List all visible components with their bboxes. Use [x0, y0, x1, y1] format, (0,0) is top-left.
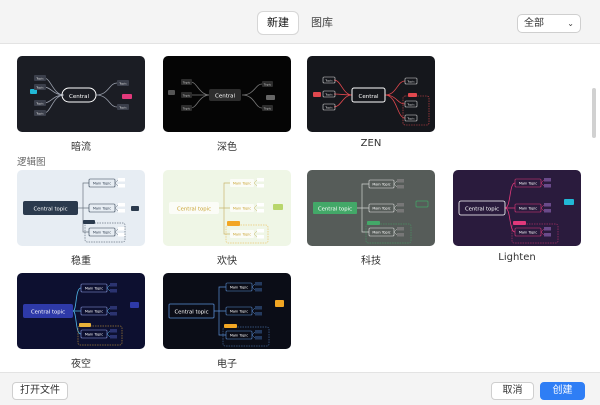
svg-text:Topic: Topic [263, 107, 272, 111]
svg-text:Topic: Topic [324, 106, 333, 110]
open-file-button[interactable]: 打开文件 [12, 382, 68, 400]
svg-text:Main Topic: Main Topic [519, 231, 537, 235]
theme-card-wenzhong[interactable]: Central topic Main Topic Main Topic Main… [17, 170, 145, 246]
theme-card-yekong[interactable]: Central topic Main Topic Main Topic Main… [17, 273, 145, 349]
svg-text:Topic: Topic [324, 93, 333, 97]
svg-text:Main Topic: Main Topic [519, 182, 537, 186]
svg-text:Topic: Topic [182, 107, 191, 111]
svg-text:Main Topic: Main Topic [85, 310, 103, 314]
svg-text:Main Topic: Main Topic [233, 182, 251, 186]
theme-label: Lighten [498, 252, 536, 263]
template-grid: Central Topic Topic Topic Topic Topic To… [0, 45, 600, 371]
theme-label: 科技 [361, 256, 381, 267]
theme-label: 暗流 [71, 142, 91, 153]
svg-text:Topic: Topic [182, 81, 191, 85]
svg-text:Topic: Topic [406, 103, 415, 107]
svg-text:Main Topic: Main Topic [372, 231, 390, 235]
svg-text:Main Topic: Main Topic [93, 182, 111, 186]
svg-text:Main Topic: Main Topic [230, 310, 248, 314]
thumbnail-dianzi: Central topic Main Topic Main Topic Main… [163, 273, 291, 349]
scrollbar[interactable] [592, 48, 597, 188]
svg-text:Topic: Topic [118, 82, 127, 86]
svg-text:Main Topic: Main Topic [93, 231, 111, 235]
svg-text:Main Topic: Main Topic [233, 207, 251, 211]
theme-label: 欢快 [217, 256, 237, 267]
theme-label: 夜空 [71, 359, 91, 370]
thumbnail-zen: Central Topic Topic Topic Topic Topic To… [307, 56, 435, 132]
top-toolbar: 新建 图库 全部 ⌄ [0, 0, 600, 44]
cancel-button[interactable]: 取消 [491, 382, 534, 400]
svg-text:Topic: Topic [406, 117, 415, 121]
thumbnail-lighten: Central topic Main Topic Main Topic Main… [453, 170, 581, 246]
svg-text:Main Topic: Main Topic [372, 183, 390, 187]
bottom-toolbar: 打开文件 取消 创建 [0, 372, 600, 405]
theme-card-shense[interactable]: Central Topic Topic Topic Topic Topic [163, 56, 291, 132]
create-button[interactable]: 创建 [540, 382, 585, 400]
theme-label: 深色 [217, 142, 237, 153]
theme-card-lighten[interactable]: Central topic Main Topic Main Topic Main… [453, 170, 581, 246]
theme-card-keji[interactable]: Central topic Main Topic Main Topic Main… [307, 170, 435, 246]
thumbnail-yekong: Central topic Main Topic Main Topic Main… [17, 273, 145, 349]
theme-label: 稳重 [71, 256, 91, 267]
tab-switcher: 新建 图库 [258, 12, 342, 34]
svg-text:Main Topic: Main Topic [230, 334, 248, 338]
filter-select[interactable]: 全部 ⌄ [517, 14, 581, 33]
svg-text:Topic: Topic [263, 83, 272, 87]
theme-card-huankuai[interactable]: Central topic Main Topic Main Topic Main… [163, 170, 291, 246]
svg-text:Central topic: Central topic [318, 207, 352, 213]
svg-text:Main Topic: Main Topic [519, 207, 537, 211]
section-title: 逻辑图 [17, 157, 46, 168]
svg-text:Central topic: Central topic [465, 207, 499, 213]
svg-text:Main Topic: Main Topic [93, 207, 111, 211]
svg-text:Topic: Topic [35, 86, 44, 90]
svg-text:Central topic: Central topic [177, 207, 211, 213]
thumbnail-shense: Central Topic Topic Topic Topic Topic [163, 56, 291, 132]
svg-text:Topic: Topic [35, 102, 44, 106]
svg-text:Central topic: Central topic [31, 310, 65, 316]
svg-text:Central: Central [69, 94, 89, 100]
svg-text:Central: Central [358, 94, 378, 100]
theme-label: 电子 [217, 359, 237, 370]
svg-text:Main Topic: Main Topic [233, 233, 251, 237]
svg-text:Topic: Topic [324, 79, 333, 83]
svg-text:Topic: Topic [35, 112, 44, 116]
svg-text:Topic: Topic [35, 77, 44, 81]
theme-card-zen[interactable]: Central Topic Topic Topic Topic Topic To… [307, 56, 435, 132]
thumbnail-huankuai: Central topic Main Topic Main Topic Main… [163, 170, 291, 246]
theme-card-anliu[interactable]: Central Topic Topic Topic Topic Topic To… [17, 56, 145, 132]
svg-text:Main Topic: Main Topic [230, 286, 248, 290]
svg-text:Central: Central [215, 94, 235, 100]
svg-text:Central topic: Central topic [33, 207, 67, 213]
svg-text:Topic: Topic [182, 94, 191, 98]
svg-text:Topic: Topic [406, 80, 415, 84]
theme-card-dianzi[interactable]: Central topic Main Topic Main Topic Main… [163, 273, 291, 349]
svg-text:Topic: Topic [118, 106, 127, 110]
chevron-down-icon: ⌄ [567, 19, 574, 28]
thumbnail-wenzhong: Central topic Main Topic Main Topic Main… [17, 170, 145, 246]
svg-text:Main Topic: Main Topic [372, 207, 390, 211]
svg-text:Main Topic: Main Topic [85, 333, 103, 337]
tab-new[interactable]: 新建 [258, 12, 298, 34]
theme-label: ZEN [360, 138, 382, 149]
thumbnail-anliu: Central Topic Topic Topic Topic Topic To… [17, 56, 145, 132]
thumbnail-keji: Central topic Main Topic Main Topic Main… [307, 170, 435, 246]
filter-value: 全部 [524, 18, 544, 29]
svg-text:Central topic: Central topic [174, 310, 208, 316]
scrollbar-thumb[interactable] [592, 88, 596, 138]
svg-text:Main Topic: Main Topic [85, 287, 103, 291]
tab-gallery[interactable]: 图库 [302, 12, 342, 34]
